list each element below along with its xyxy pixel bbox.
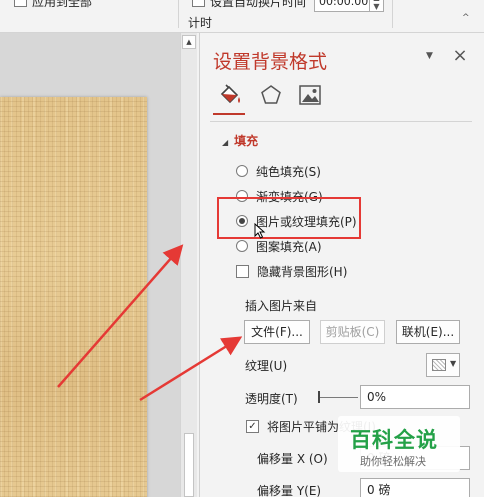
ribbon-separator-2 <box>392 0 393 28</box>
offset-y-label: 偏移量 Y(E) <box>257 484 322 497</box>
transparency-field[interactable]: 0% <box>360 385 470 409</box>
tab-separator <box>210 121 472 122</box>
collapse-triangle-icon: ◢ <box>222 138 229 147</box>
scroll-thumb[interactable] <box>184 433 194 497</box>
hide-background-graphics-option[interactable]: 隐藏背景图形(H) <box>236 262 347 280</box>
apply-all-checkbox[interactable] <box>14 0 27 7</box>
active-tab-indicator <box>213 113 245 115</box>
offset-y-field[interactable]: 0 磅 <box>360 478 470 497</box>
file-button[interactable]: 文件(F)... <box>244 320 310 344</box>
texture-dropdown[interactable]: ▼ <box>426 353 460 377</box>
transparency-label: 透明度(T) <box>245 392 298 406</box>
picture-icon[interactable] <box>297 82 323 108</box>
offset-x-label: 偏移量 X (O) <box>257 452 328 466</box>
transparency-slider[interactable] <box>318 397 358 398</box>
fill-section-header[interactable]: ◢ 填充 <box>222 132 258 149</box>
texture-swatch <box>432 359 446 371</box>
pentagon-icon[interactable] <box>258 82 284 108</box>
auto-advance-label: 设置自动换片时间 <box>210 0 307 9</box>
clipboard-button[interactable]: 剪贴板(C) <box>320 320 385 344</box>
transparency-slider-thumb[interactable] <box>318 391 320 403</box>
vertical-scrollbar[interactable]: ▲ <box>180 33 197 497</box>
advance-time-field[interactable]: 00:00.00 <box>314 0 370 12</box>
slide-canvas <box>0 33 180 497</box>
watermark-logo: 百科全说 助你轻松解决 <box>338 416 460 472</box>
scroll-up-arrow-icon[interactable]: ▲ <box>182 35 196 49</box>
online-button[interactable]: 联机(E)... <box>396 320 460 344</box>
fill-option-label: 图案填充(A) <box>256 239 322 254</box>
advance-time-spinner[interactable]: ▲▼ <box>370 0 384 12</box>
slide-wood-texture-background[interactable] <box>0 97 147 497</box>
hide-bg-label: 隐藏背景图形(H) <box>257 264 348 279</box>
fill-section-label: 填充 <box>234 134 259 148</box>
watermark-subtitle: 助你轻松解决 <box>360 455 426 468</box>
fill-option-solid[interactable]: 纯色填充(S) <box>236 162 321 180</box>
apply-all-label: 应用到全部 <box>32 0 93 9</box>
fill-option-pattern[interactable]: 图案填充(A) <box>236 237 322 255</box>
hide-bg-checkbox[interactable] <box>236 264 249 278</box>
ribbon-separator <box>178 0 179 28</box>
fill-option-label: 纯色填充(S) <box>256 164 321 179</box>
radio-solid[interactable] <box>236 165 248 177</box>
mouse-cursor-icon <box>254 223 266 239</box>
pane-options-icon[interactable]: ▼ <box>426 51 433 61</box>
ribbon-strip: 应用到全部 设置自动换片时间 00:00.00 ▲▼ 计时 ^ <box>0 0 484 33</box>
insert-picture-from-label: 插入图片来自 <box>245 299 318 313</box>
texture-label: 纹理(U) <box>245 359 288 373</box>
paint-bucket-icon[interactable] <box>217 82 243 108</box>
auto-advance-checkbox[interactable] <box>192 0 205 7</box>
chevron-down-icon: ▼ <box>450 359 457 368</box>
watermark-title: 百科全说 <box>350 428 438 452</box>
annotation-highlight-box <box>217 197 361 239</box>
tile-checkbox[interactable]: ✓ <box>246 419 259 433</box>
pane-title: 设置背景格式 <box>213 51 328 73</box>
close-icon[interactable]: × <box>452 45 468 66</box>
ribbon-collapse-icon[interactable]: ^ <box>462 13 470 23</box>
radio-pattern[interactable] <box>236 240 248 252</box>
timing-group-label: 计时 <box>188 16 213 30</box>
